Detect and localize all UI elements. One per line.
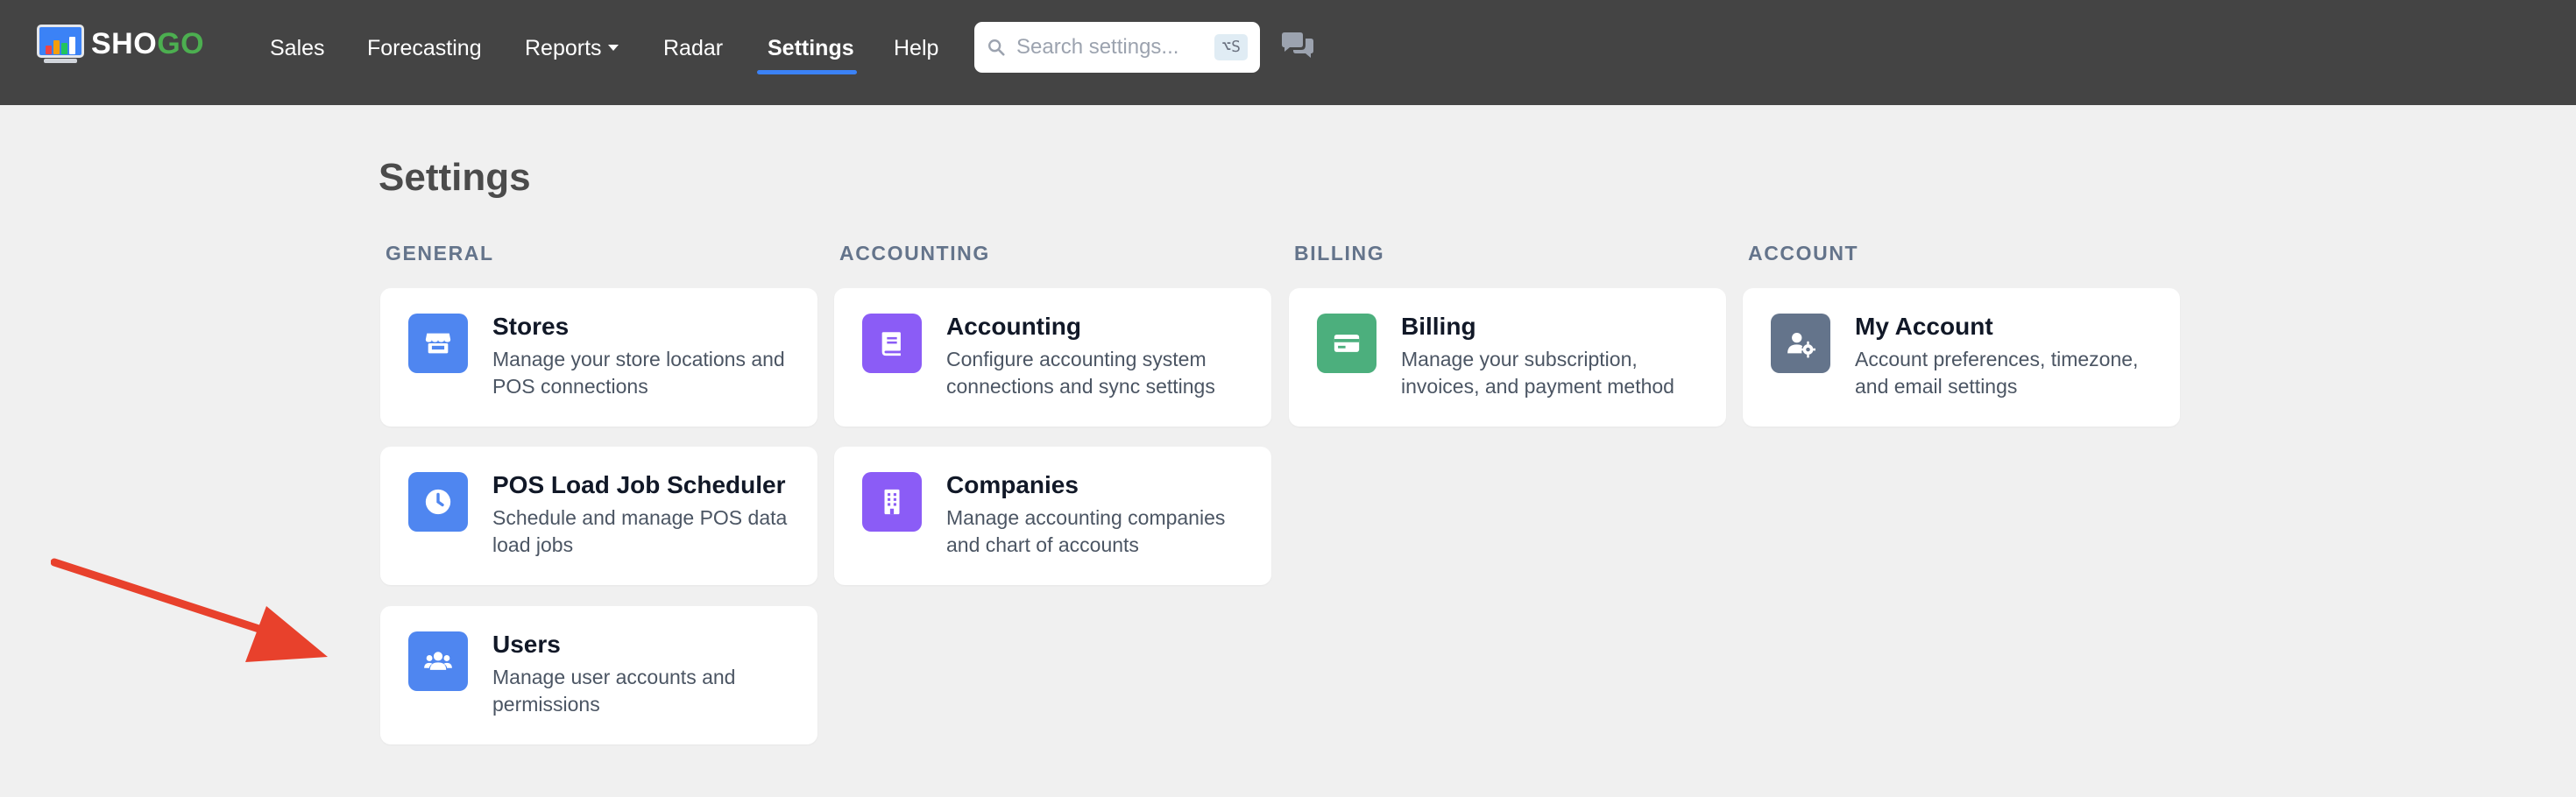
card-my-account[interactable]: My Account Account preferences, timezone… [1743,288,2180,427]
card-title: Companies [946,471,1079,498]
card-description: Configure accounting system connections … [946,348,1215,398]
user-gear-icon [1771,314,1830,373]
nav-reports-label: Reports [525,36,602,60]
card-description: Schedule and manage POS data load jobs [492,506,788,556]
logo-wordmark: SHOGO [91,26,205,60]
card-billing[interactable]: Billing Manage your subscription, invoic… [1289,288,1726,427]
search-shortcut-badge: ⌥S [1214,34,1248,60]
caret-down-icon [607,44,619,51]
card-accounting[interactable]: Accounting Configure accounting system c… [834,288,1271,427]
building-icon [862,472,922,532]
nav-sales[interactable]: Sales [270,33,325,63]
card-pos-load-job-scheduler[interactable]: POS Load Job Scheduler Schedule and mana… [380,447,817,585]
card-title: My Account [1855,313,1993,340]
store-icon [408,314,468,373]
card-title: Users [492,631,561,658]
card-description: Manage accounting companies and chart of… [946,506,1226,556]
chat-bubbles-icon[interactable] [1279,32,1316,61]
card-title: Stores [492,313,570,340]
credit-card-icon [1317,314,1376,373]
search-icon [988,39,1005,56]
search-input[interactable] [1016,35,1200,60]
section-label-general: GENERAL [386,242,494,264]
card-stores[interactable]: Stores Manage your store locations and P… [380,288,817,427]
card-description: Manage user accounts and permissions [492,666,736,716]
nav-forecasting[interactable]: Forecasting [367,33,482,63]
card-users[interactable]: Users Manage user accounts and permissio… [380,606,817,744]
nav-radar[interactable]: Radar [663,33,723,63]
card-description: Manage your subscription, invoices, and … [1401,348,1674,398]
active-tab-indicator [757,70,857,74]
page-title: Settings [379,156,531,199]
card-description: Account preferences, timezone, and email… [1855,348,2139,398]
section-label-account: ACCOUNT [1748,242,1859,264]
card-companies[interactable]: Companies Manage accounting companies an… [834,447,1271,585]
section-label-billing: BILLING [1294,242,1385,264]
book-icon [862,314,922,373]
card-description: Manage your store locations and POS conn… [492,348,785,398]
red-arrow-icon [51,558,328,662]
nav-settings[interactable]: Settings [768,33,854,63]
card-title: Accounting [946,313,1081,340]
logo-chart-icon [37,25,84,63]
users-icon [408,631,468,691]
card-title: POS Load Job Scheduler [492,471,786,498]
card-title: Billing [1401,313,1476,340]
nav-help[interactable]: Help [894,33,938,63]
clock-icon [408,472,468,532]
section-label-accounting: ACCOUNTING [839,242,990,264]
shogo-logo[interactable]: SHOGO [37,25,204,63]
settings-search[interactable]: ⌥S [974,22,1260,73]
top-navbar: SHOGO Sales Forecasting Reports Radar Se… [0,0,2576,105]
nav-reports[interactable]: Reports [525,33,619,63]
